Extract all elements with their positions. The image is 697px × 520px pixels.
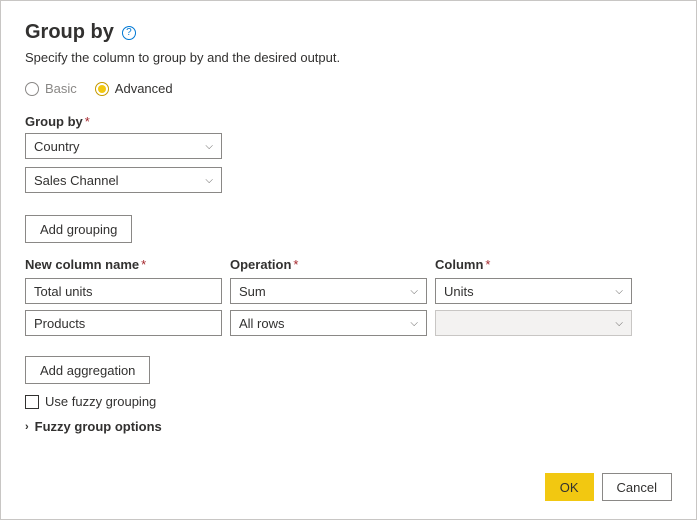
- add-aggregation-button[interactable]: Add aggregation: [25, 356, 150, 384]
- fuzzy-grouping-label: Use fuzzy grouping: [45, 394, 156, 409]
- dialog-footer: OK Cancel: [545, 473, 672, 501]
- dialog-title: Group by: [25, 21, 114, 44]
- group-by-value-1: Sales Channel: [34, 173, 119, 188]
- aggregation-row: Total units Sum ⌵ Units ⌵: [25, 278, 672, 304]
- operation-dropdown-1[interactable]: All rows ⌵: [230, 310, 427, 336]
- chevron-down-icon: ⌵: [615, 286, 623, 297]
- fuzzy-options-expander[interactable]: › Fuzzy group options: [25, 419, 672, 434]
- mode-radio-group: Basic Advanced: [25, 81, 672, 96]
- aggregation-table: New column name* Operation* Column* Tota…: [25, 257, 672, 336]
- fuzzy-grouping-checkbox[interactable]: [25, 395, 39, 409]
- column-dropdown-1-disabled: ⌵: [435, 310, 632, 336]
- header-new-column-name: New column name*: [25, 257, 222, 272]
- radio-dot-selected-icon: [95, 82, 109, 96]
- new-column-name-input-0[interactable]: Total units: [25, 278, 222, 304]
- chevron-down-icon: ⌵: [615, 318, 623, 329]
- group-by-dialog: Group by ? Specify the column to group b…: [0, 0, 697, 520]
- header-operation: Operation*: [230, 257, 427, 272]
- chevron-down-icon: ⌵: [205, 141, 213, 152]
- group-by-dropdown-0[interactable]: Country ⌵: [25, 133, 222, 159]
- cancel-button[interactable]: Cancel: [602, 473, 672, 501]
- group-by-dropdown-1[interactable]: Sales Channel ⌵: [25, 167, 222, 193]
- help-icon[interactable]: ?: [122, 26, 136, 40]
- radio-advanced-label: Advanced: [115, 81, 173, 96]
- operation-dropdown-0[interactable]: Sum ⌵: [230, 278, 427, 304]
- fuzzy-options-label: Fuzzy group options: [35, 419, 162, 434]
- chevron-down-icon: ⌵: [410, 318, 418, 329]
- chevron-down-icon: ⌵: [205, 175, 213, 186]
- radio-advanced[interactable]: Advanced: [95, 81, 173, 96]
- group-by-label: Group by*: [25, 114, 672, 129]
- fuzzy-grouping-row: Use fuzzy grouping: [25, 394, 672, 409]
- chevron-right-icon: ›: [25, 421, 29, 433]
- column-dropdown-0[interactable]: Units ⌵: [435, 278, 632, 304]
- header-column: Column*: [435, 257, 632, 272]
- chevron-down-icon: ⌵: [410, 286, 418, 297]
- group-by-value-0: Country: [34, 139, 80, 154]
- radio-basic[interactable]: Basic: [25, 81, 77, 96]
- add-grouping-button[interactable]: Add grouping: [25, 215, 132, 243]
- aggregation-row: Products All rows ⌵ ⌵: [25, 310, 672, 336]
- new-column-name-input-1[interactable]: Products: [25, 310, 222, 336]
- dialog-header: Group by ?: [25, 21, 672, 44]
- dialog-subtitle: Specify the column to group by and the d…: [25, 50, 672, 65]
- radio-dot-icon: [25, 82, 39, 96]
- radio-basic-label: Basic: [45, 81, 77, 96]
- ok-button[interactable]: OK: [545, 473, 594, 501]
- required-marker: *: [85, 114, 90, 129]
